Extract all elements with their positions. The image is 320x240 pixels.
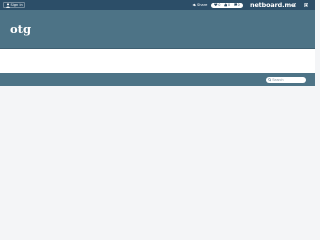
sign-in-button[interactable]: Sign in (3, 2, 26, 8)
board-title: otg (10, 22, 32, 36)
comment-icon (233, 3, 237, 7)
share-icon (192, 3, 196, 7)
search-input[interactable] (272, 77, 307, 83)
boards-icon (303, 2, 309, 8)
board-header: otg (0, 10, 315, 49)
comments-counter[interactable]: 0 (233, 3, 240, 7)
login-button[interactable] (291, 2, 297, 8)
login-icon (292, 2, 297, 8)
upvotes-count: 0 (227, 3, 230, 7)
search-box[interactable] (266, 77, 307, 83)
likes-count: 0 (218, 3, 221, 7)
share-label: Share (197, 3, 208, 7)
sign-in-label: Sign in (10, 3, 23, 7)
upvotes-counter[interactable]: 0 (224, 3, 230, 7)
thumbs-up-icon (224, 3, 228, 7)
heart-icon (214, 3, 218, 7)
comments-count: 0 (237, 3, 240, 7)
search-icon (267, 78, 271, 82)
brand-logo[interactable]: netboard.me (250, 1, 295, 9)
share-button[interactable]: Share (192, 2, 207, 8)
board-description-area (0, 49, 315, 73)
top-bar: Sign in Share 0 0 0 netboard.me (0, 0, 315, 10)
likes-counter[interactable]: 0 (214, 3, 220, 7)
user-icon (5, 2, 10, 8)
reaction-counters: 0 0 0 (211, 2, 243, 8)
boards-menu-button[interactable] (303, 2, 309, 8)
board-toolbar (0, 73, 315, 86)
board-content (0, 86, 315, 210)
